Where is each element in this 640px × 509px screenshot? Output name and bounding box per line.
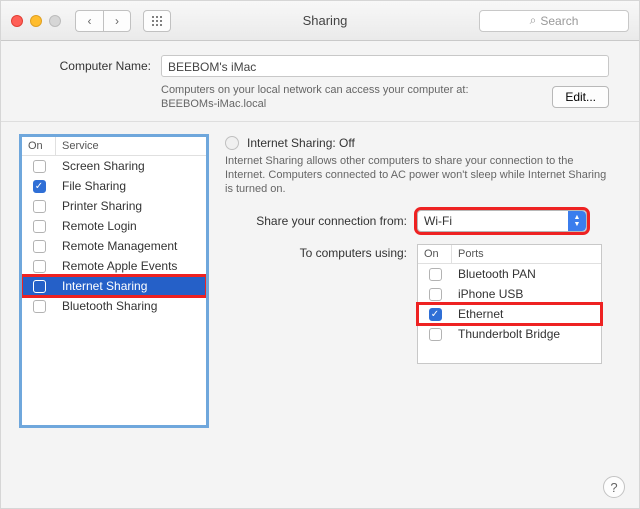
computer-name-hint: Computers on your local network can acce… xyxy=(161,83,552,111)
chevron-right-icon: › xyxy=(115,14,119,28)
port-label: Bluetooth PAN xyxy=(452,267,601,281)
service-checkbox[interactable] xyxy=(33,280,46,293)
back-button[interactable]: ‹ xyxy=(75,10,103,32)
search-icon: ⌕ xyxy=(530,13,537,28)
port-row[interactable]: Bluetooth PAN xyxy=(418,264,601,284)
forward-button[interactable]: › xyxy=(103,10,131,32)
help-icon: ? xyxy=(610,480,617,495)
computer-name-field[interactable]: BEEBOM's iMac xyxy=(161,55,609,77)
search-placeholder: Search xyxy=(540,14,578,28)
port-label: iPhone USB xyxy=(452,287,601,301)
service-label: Printer Sharing xyxy=(56,199,206,213)
service-row[interactable]: Remote Management xyxy=(22,236,206,256)
updown-arrows-icon: ▲▼ xyxy=(568,211,586,231)
service-checkbox[interactable] xyxy=(33,240,46,253)
close-window-button[interactable] xyxy=(11,15,23,27)
port-checkbox[interactable]: ✓ xyxy=(429,308,442,321)
service-label: Internet Sharing xyxy=(56,279,206,293)
window-title: Sharing xyxy=(179,13,471,28)
ports-col-ports: Ports xyxy=(452,245,601,263)
service-checkbox[interactable] xyxy=(33,220,46,233)
to-computers-label: To computers using: xyxy=(225,244,417,260)
internet-sharing-details: Internet Sharing: Off Internet Sharing a… xyxy=(225,136,619,426)
service-list-header: On Service xyxy=(22,137,206,156)
show-all-button[interactable] xyxy=(143,10,171,32)
share-from-value: Wi-Fi xyxy=(424,214,452,228)
ports-header: On Ports xyxy=(418,245,601,264)
sharing-pref-pane: ‹ › Sharing ⌕ Search Computer Name: BEEB… xyxy=(0,0,640,509)
grid-icon xyxy=(151,15,163,27)
port-checkbox[interactable] xyxy=(429,268,442,281)
service-row[interactable]: Screen Sharing xyxy=(22,156,206,176)
service-row[interactable]: Bluetooth Sharing xyxy=(22,296,206,316)
port-checkbox[interactable] xyxy=(429,288,442,301)
main-area: On Service Screen Sharing ✓ File Sharing Pr… xyxy=(1,122,639,440)
service-row[interactable]: Internet Sharing xyxy=(22,276,206,296)
minimize-window-button[interactable] xyxy=(30,15,42,27)
titlebar: ‹ › Sharing ⌕ Search xyxy=(1,1,639,41)
port-checkbox[interactable] xyxy=(429,328,442,341)
help-button[interactable]: ? xyxy=(603,476,625,498)
service-row[interactable]: Remote Login xyxy=(22,216,206,236)
share-from-select[interactable]: Wi-Fi ▲▼ xyxy=(417,210,587,232)
service-label: Bluetooth Sharing xyxy=(56,299,206,313)
port-row[interactable]: iPhone USB xyxy=(418,284,601,304)
service-list[interactable]: On Service Screen Sharing ✓ File Sharing Pr… xyxy=(21,136,207,426)
service-label: Screen Sharing xyxy=(56,159,206,173)
service-checkbox[interactable] xyxy=(33,300,46,313)
port-label: Thunderbolt Bridge xyxy=(452,327,601,341)
chevron-left-icon: ‹ xyxy=(88,14,92,28)
service-checkbox[interactable]: ✓ xyxy=(33,180,46,193)
ports-list[interactable]: On Ports Bluetooth PAN iPhone USB ✓ Etherne… xyxy=(417,244,602,364)
share-from-label: Share your connection from: xyxy=(225,214,417,228)
port-row[interactable]: Thunderbolt Bridge xyxy=(418,324,601,344)
service-row[interactable]: Remote Apple Events xyxy=(22,256,206,276)
port-label: Ethernet xyxy=(452,307,601,321)
service-status-indicator xyxy=(225,136,239,150)
search-input[interactable]: ⌕ Search xyxy=(479,10,629,32)
ports-col-on: On xyxy=(418,245,452,263)
service-description: Internet Sharing allows other computers … xyxy=(225,154,619,196)
service-label: Remote Apple Events xyxy=(56,259,206,273)
window-controls xyxy=(11,15,61,27)
service-row[interactable]: Printer Sharing xyxy=(22,196,206,216)
zoom-window-button xyxy=(49,15,61,27)
service-row[interactable]: ✓ File Sharing xyxy=(22,176,206,196)
service-checkbox[interactable] xyxy=(33,260,46,273)
col-service-header: Service xyxy=(56,137,206,155)
computer-name-section: Computer Name: BEEBOM's iMac Computers o… xyxy=(1,41,639,122)
service-heading: Internet Sharing: Off xyxy=(247,136,355,150)
service-checkbox[interactable] xyxy=(33,160,46,173)
port-row[interactable]: ✓ Ethernet xyxy=(418,304,601,324)
service-label: Remote Management xyxy=(56,239,206,253)
col-on-header: On xyxy=(22,137,56,155)
nav-buttons: ‹ › xyxy=(75,10,131,32)
computer-name-label: Computer Name: xyxy=(31,59,151,73)
edit-hostname-button[interactable]: Edit... xyxy=(552,86,609,108)
service-label: Remote Login xyxy=(56,219,206,233)
service-checkbox[interactable] xyxy=(33,200,46,213)
service-label: File Sharing xyxy=(56,179,206,193)
